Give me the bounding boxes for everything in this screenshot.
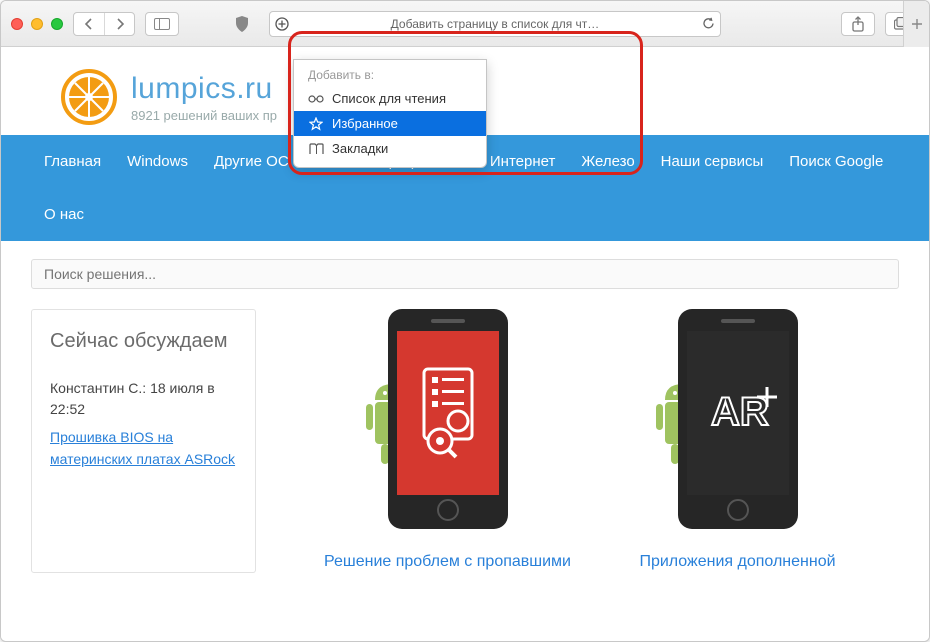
site-name: lumpics.ru	[131, 72, 277, 106]
nav-item[interactable]: Другие ОС	[201, 135, 302, 188]
add-to-dropdown: Добавить в: Список для чтения Избранное …	[293, 59, 487, 168]
forward-button[interactable]	[104, 13, 134, 35]
nav-item[interactable]: Windows	[114, 135, 201, 188]
maximize-window-button[interactable]	[51, 18, 63, 30]
dropdown-item-label: Список для чтения	[332, 91, 446, 106]
search-input[interactable]	[31, 259, 899, 289]
nav-item[interactable]: Интернет	[477, 135, 568, 188]
comment-meta: Константин С.: 18 июля в 22:52	[50, 378, 237, 420]
comment-link[interactable]: Прошивка BIOS на материнских платах ASRo…	[50, 429, 235, 467]
card-image: AR	[668, 309, 808, 539]
nav-item[interactable]: Поиск Google	[776, 135, 896, 188]
close-window-button[interactable]	[11, 18, 23, 30]
site-tagline: 8921 решений ваших пр	[131, 108, 277, 123]
add-page-button[interactable]	[270, 17, 294, 31]
dropdown-heading: Добавить в:	[294, 66, 486, 86]
nav-buttons	[73, 12, 135, 36]
nav-item[interactable]: Железо	[568, 135, 647, 188]
nav-item[interactable]: О нас	[31, 188, 97, 241]
address-bar[interactable]: Добавить страницу в список для чт…	[269, 11, 721, 37]
new-tab-button[interactable]	[903, 1, 929, 47]
card-image	[378, 309, 518, 539]
minimize-window-button[interactable]	[31, 18, 43, 30]
window-controls	[11, 18, 63, 30]
nav-item[interactable]: Главная	[31, 135, 114, 188]
nav-item[interactable]: Наши сервисы	[648, 135, 777, 188]
sidebar-toggle-button[interactable]	[145, 12, 179, 36]
share-button[interactable]	[841, 12, 875, 36]
article-card[interactable]: Решение проблем с пропавшими	[323, 309, 573, 573]
sidebar-title: Сейчас обсуждаем	[50, 328, 237, 354]
address-bar-text: Добавить страницу в список для чт…	[294, 17, 696, 31]
reload-button[interactable]	[696, 17, 720, 30]
toolbar: Добавить страницу в список для чт…	[1, 1, 929, 47]
bookmark-icon	[308, 142, 324, 156]
site-logo	[61, 69, 117, 125]
dropdown-item-favorites[interactable]: Избранное	[294, 111, 486, 136]
shield-icon[interactable]	[225, 12, 259, 36]
dropdown-item-label: Закладки	[332, 141, 388, 156]
sidebar-widget: Сейчас обсуждаем Константин С.: 18 июля …	[31, 309, 256, 573]
card-title: Решение проблем с пропавшими	[323, 551, 573, 573]
dropdown-item-label: Избранное	[332, 116, 398, 131]
card-title: Приложения дополненной	[613, 551, 863, 573]
dropdown-item-bookmarks[interactable]: Закладки	[294, 136, 486, 161]
article-card[interactable]: AR Приложения дополненной	[613, 309, 863, 573]
back-button[interactable]	[74, 13, 104, 35]
star-icon	[308, 117, 324, 131]
reading-list-icon	[308, 92, 324, 106]
dropdown-item-reading-list[interactable]: Список для чтения	[294, 86, 486, 111]
